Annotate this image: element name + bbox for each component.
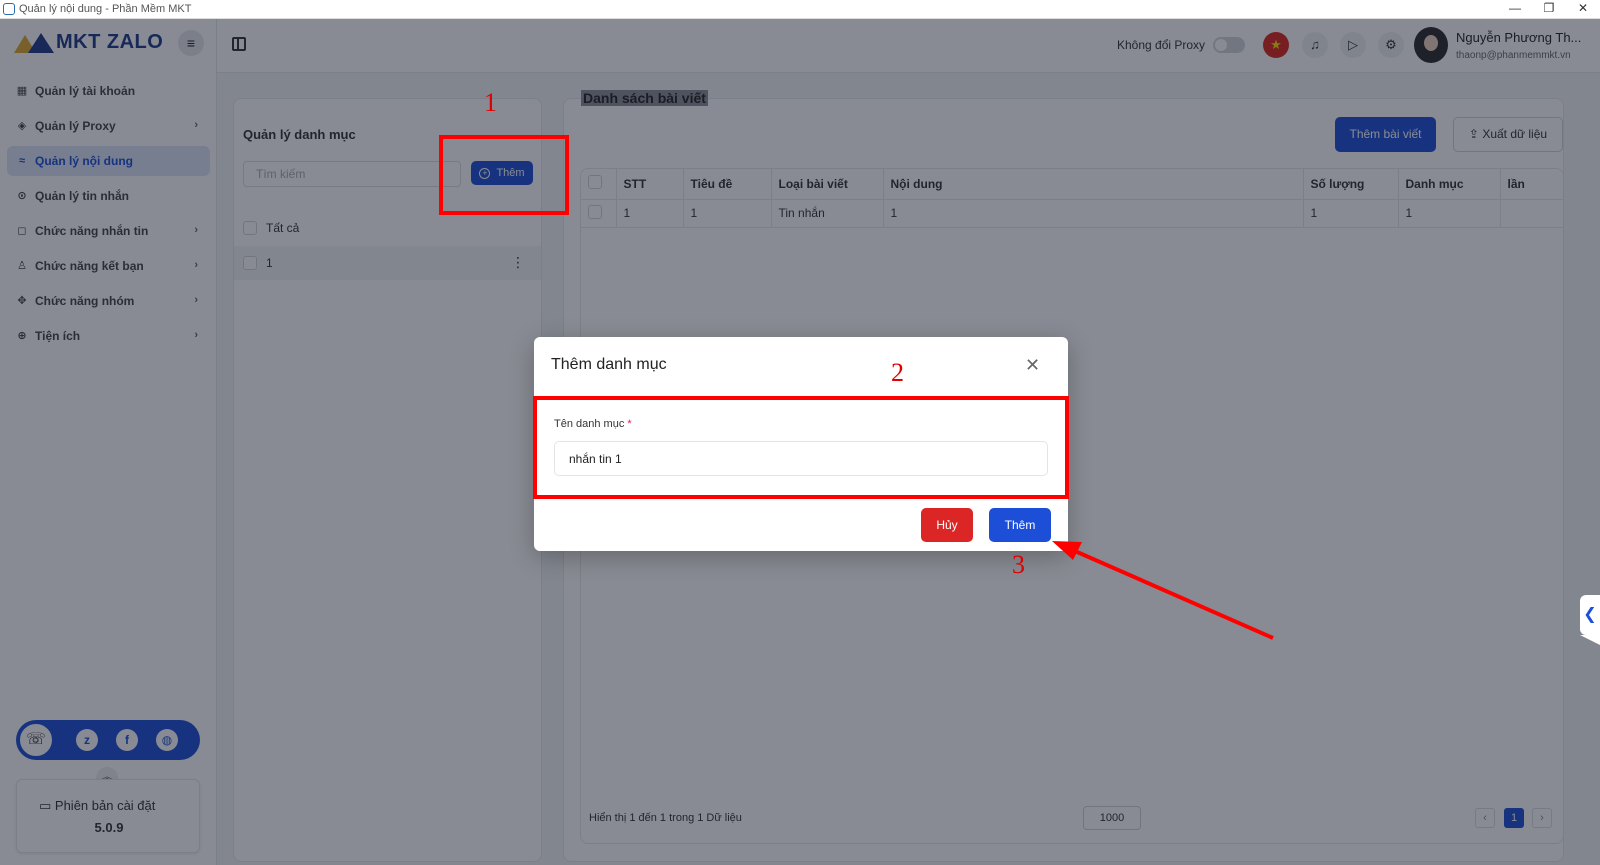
annotation-step-1: 1 <box>484 88 497 117</box>
app-icon <box>3 3 15 15</box>
window-titlebar: Quản lý nội dung - Phần Mềm MKT — ❐ ✕ <box>0 0 1600 19</box>
annotation-box-1 <box>439 135 569 215</box>
window-title: Quản lý nội dung - Phần Mềm MKT <box>19 3 192 15</box>
chevron-left-icon: ❮ <box>1583 606 1597 623</box>
side-panel-tab[interactable]: ❮ <box>1580 595 1600 645</box>
annotation-step-3: 3 <box>1012 550 1025 579</box>
window-controls: — ❐ ✕ <box>1498 0 1600 19</box>
submit-button[interactable]: Thêm <box>989 508 1051 542</box>
annotation-step-2: 2 <box>891 358 904 387</box>
restore-button[interactable]: ❐ <box>1532 0 1566 19</box>
minimize-button[interactable]: — <box>1498 0 1532 19</box>
modal-title: Thêm danh mục <box>551 356 667 373</box>
cancel-button[interactable]: Hủy <box>921 508 973 542</box>
close-icon[interactable]: ✕ <box>1025 355 1040 376</box>
annotation-box-2 <box>533 396 1069 499</box>
close-window-button[interactable]: ✕ <box>1566 0 1600 19</box>
